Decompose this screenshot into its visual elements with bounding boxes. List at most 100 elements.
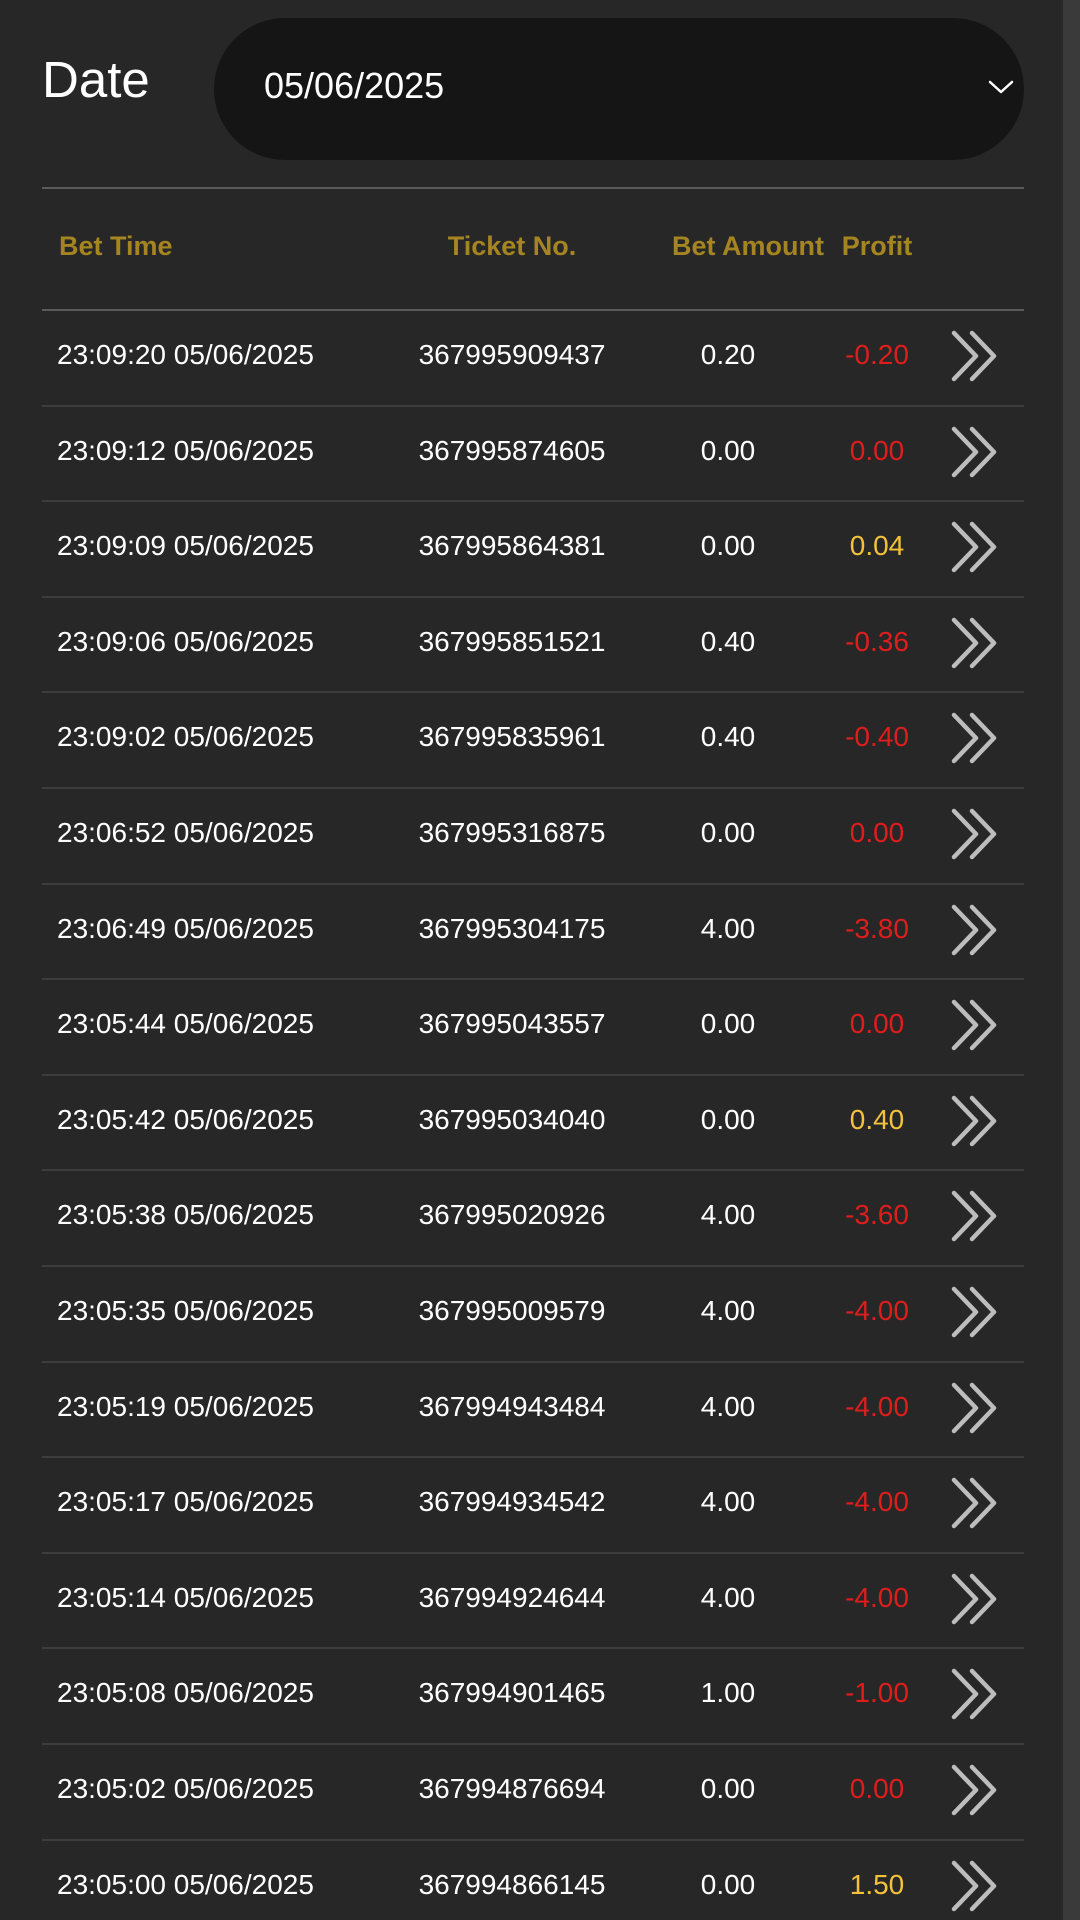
double-chevron-right-icon[interactable] <box>948 903 1004 957</box>
table-row[interactable]: 23:05:02 05/06/2025 367994876694 0.00 0.00 <box>42 1745 1024 1841</box>
table-row[interactable]: 23:09:20 05/06/2025 367995909437 0.20 -0.20 <box>42 311 1024 407</box>
row-bet-amount: 0.00 <box>700 816 756 848</box>
row-bet-time: 23:05:17 05/06/2025 <box>57 1486 314 1518</box>
row-profit: 0.00 <box>849 1008 905 1040</box>
row-bet-time: 23:09:09 05/06/2025 <box>57 530 314 562</box>
header-bet-amount: Bet Amount <box>672 231 824 261</box>
table-row[interactable]: 23:05:38 05/06/2025 367995020926 4.00 -3.60 <box>42 1171 1024 1267</box>
double-chevron-right-icon[interactable] <box>948 616 1004 670</box>
row-bet-amount: 0.00 <box>700 1772 756 1804</box>
date-label: Date <box>42 51 150 108</box>
row-profit: -1.00 <box>845 1677 909 1709</box>
row-ticket-no: 367995034040 <box>418 1103 606 1135</box>
table-row[interactable]: 23:05:14 05/06/2025 367994924644 4.00 -4.00 <box>42 1554 1024 1650</box>
date-filter: Date 05/06/2025 <box>42 18 1024 160</box>
row-bet-amount: 4.00 <box>700 1199 756 1231</box>
double-chevron-right-icon[interactable] <box>948 1094 1004 1148</box>
row-bet-time: 23:09:20 05/06/2025 <box>57 339 314 370</box>
row-profit: 0.00 <box>849 434 905 466</box>
table-row[interactable]: 23:05:17 05/06/2025 367994934542 4.00 -4.00 <box>42 1458 1024 1554</box>
row-bet-amount: 4.00 <box>700 1581 756 1613</box>
row-bet-amount: 0.00 <box>700 434 756 466</box>
row-bet-time: 23:05:44 05/06/2025 <box>57 1008 314 1040</box>
row-profit: -3.60 <box>845 1199 909 1231</box>
table-row[interactable]: 23:09:06 05/06/2025 367995851521 0.40 -0.36 <box>42 598 1024 694</box>
row-bet-amount: 4.00 <box>700 1294 756 1326</box>
table-header: Bet Time Ticket No. Bet Amount Profit <box>42 189 1024 311</box>
row-bet-amount: 0.20 <box>700 339 756 370</box>
row-bet-amount: 0.40 <box>700 721 756 753</box>
table-row[interactable]: 23:09:02 05/06/2025 367995835961 0.40 -0.40 <box>42 693 1024 789</box>
table-row[interactable]: 23:09:12 05/06/2025 367995874605 0.00 0.00 <box>42 407 1024 503</box>
row-profit: -0.20 <box>845 339 909 370</box>
row-profit: -4.00 <box>845 1294 909 1326</box>
row-ticket-no: 367995851521 <box>418 625 606 657</box>
row-ticket-no: 367995874605 <box>418 434 606 466</box>
row-ticket-no: 367995043557 <box>418 1008 606 1040</box>
table-row[interactable]: 23:05:35 05/06/2025 367995009579 4.00 -4.00 <box>42 1267 1024 1363</box>
row-ticket-no: 367994934542 <box>418 1486 606 1518</box>
row-ticket-no: 367995020926 <box>418 1199 606 1231</box>
row-bet-time: 23:05:38 05/06/2025 <box>57 1199 314 1231</box>
row-profit: 0.00 <box>849 816 905 848</box>
row-bet-amount: 1.00 <box>700 1677 756 1709</box>
row-ticket-no: 367994924644 <box>418 1581 606 1613</box>
row-profit: 0.04 <box>849 530 905 562</box>
row-bet-time: 23:05:19 05/06/2025 <box>57 1390 314 1422</box>
table-row[interactable]: 23:05:00 05/06/2025 367994866145 0.00 1.50 <box>42 1841 1024 1920</box>
scrollbar[interactable] <box>1063 0 1080 1920</box>
row-bet-time: 23:05:08 05/06/2025 <box>57 1677 314 1709</box>
table-body: 23:09:20 05/06/2025 367995909437 0.20 -0.20… <box>42 311 1024 1920</box>
row-profit: 0.40 <box>849 1103 905 1135</box>
row-bet-amount: 0.40 <box>700 625 756 657</box>
row-ticket-no: 367995864381 <box>418 530 606 562</box>
row-bet-amount: 0.00 <box>700 1008 756 1040</box>
row-bet-time: 23:06:49 05/06/2025 <box>57 912 314 944</box>
chevron-down-icon <box>988 80 1014 94</box>
double-chevron-right-icon[interactable] <box>948 329 1004 383</box>
table-row[interactable]: 23:06:49 05/06/2025 367995304175 4.00 -3.80 <box>42 885 1024 981</box>
double-chevron-right-icon[interactable] <box>948 711 1004 765</box>
double-chevron-right-icon[interactable] <box>948 425 1004 479</box>
row-bet-amount: 4.00 <box>700 1486 756 1518</box>
date-select[interactable]: 05/06/2025 <box>214 18 1024 160</box>
row-bet-amount: 4.00 <box>700 912 756 944</box>
row-profit: -0.36 <box>845 625 909 657</box>
double-chevron-right-icon[interactable] <box>948 1189 1004 1243</box>
table-row[interactable]: 23:05:44 05/06/2025 367995043557 0.00 0.00 <box>42 980 1024 1076</box>
row-ticket-no: 367995009579 <box>418 1294 606 1326</box>
table-row[interactable]: 23:05:42 05/06/2025 367995034040 0.00 0.40 <box>42 1076 1024 1172</box>
header-bet-time: Bet Time <box>59 231 173 261</box>
row-bet-time: 23:09:12 05/06/2025 <box>57 434 314 466</box>
row-ticket-no: 367995835961 <box>418 721 606 753</box>
row-profit: -4.00 <box>845 1581 909 1613</box>
double-chevron-right-icon[interactable] <box>948 1763 1004 1817</box>
bet-history-table: Bet Time Ticket No. Bet Amount Profit 23… <box>42 187 1024 1920</box>
row-ticket-no: 367994943484 <box>418 1390 606 1422</box>
row-bet-time: 23:06:52 05/06/2025 <box>57 816 314 848</box>
double-chevron-right-icon[interactable] <box>948 1859 1004 1913</box>
double-chevron-right-icon[interactable] <box>948 807 1004 861</box>
row-bet-amount: 0.00 <box>700 530 756 562</box>
double-chevron-right-icon[interactable] <box>948 1667 1004 1721</box>
table-row[interactable]: 23:05:08 05/06/2025 367994901465 1.00 -1.00 <box>42 1649 1024 1745</box>
double-chevron-right-icon[interactable] <box>948 1285 1004 1339</box>
row-ticket-no: 367995304175 <box>418 912 606 944</box>
row-bet-time: 23:09:02 05/06/2025 <box>57 721 314 753</box>
row-bet-time: 23:05:35 05/06/2025 <box>57 1294 314 1326</box>
double-chevron-right-icon[interactable] <box>948 998 1004 1052</box>
row-bet-amount: 0.00 <box>700 1103 756 1135</box>
table-row[interactable]: 23:09:09 05/06/2025 367995864381 0.00 0.04 <box>42 502 1024 598</box>
double-chevron-right-icon[interactable] <box>948 1572 1004 1626</box>
date-select-value: 05/06/2025 <box>264 65 445 106</box>
double-chevron-right-icon[interactable] <box>948 520 1004 574</box>
row-bet-time: 23:05:02 05/06/2025 <box>57 1772 314 1804</box>
row-profit: -0.40 <box>845 721 909 753</box>
double-chevron-right-icon[interactable] <box>948 1476 1004 1530</box>
row-ticket-no: 367994866145 <box>418 1868 606 1900</box>
table-row[interactable]: 23:05:19 05/06/2025 367994943484 4.00 -4.00 <box>42 1363 1024 1459</box>
double-chevron-right-icon[interactable] <box>948 1381 1004 1435</box>
table-row[interactable]: 23:06:52 05/06/2025 367995316875 0.00 0.00 <box>42 789 1024 885</box>
row-ticket-no: 367995909437 <box>418 339 606 370</box>
row-ticket-no: 367995316875 <box>418 816 606 848</box>
